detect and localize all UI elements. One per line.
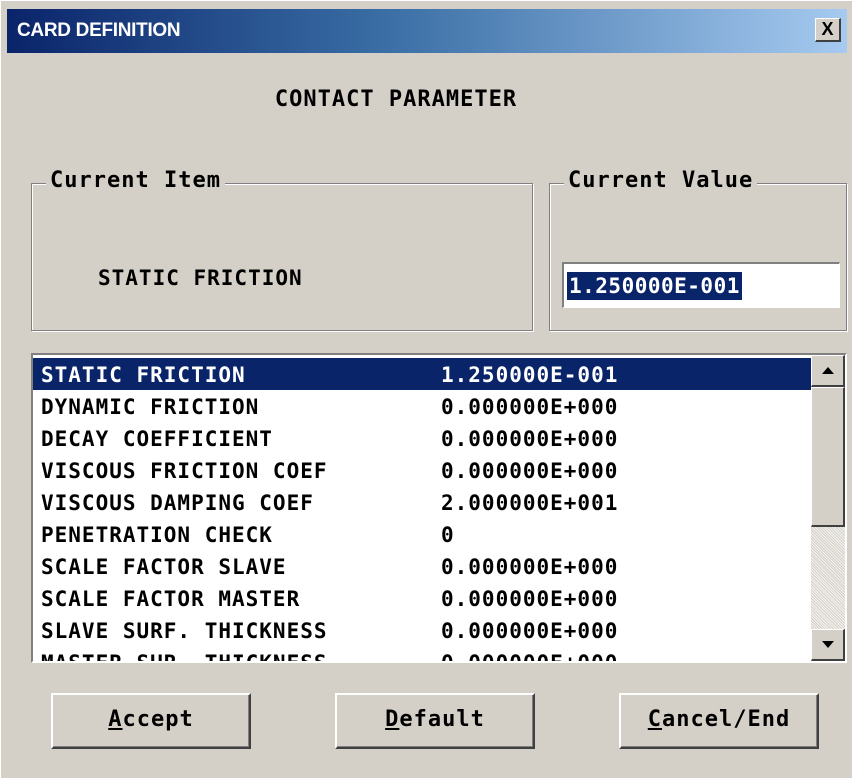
current-value-group: Current Value 1.250000E-001 xyxy=(549,168,847,331)
dialog-heading: CONTACT PARAMETER xyxy=(274,87,518,112)
parameter-name: SLAVE SURF. THICKNESS xyxy=(41,619,328,643)
default-button[interactable]: Default xyxy=(335,693,535,749)
list-item[interactable]: STATIC FRICTION 1.250000E-001 xyxy=(33,358,811,390)
parameter-value: 2.000000E+001 xyxy=(441,491,619,515)
parameter-value: 0.000000E+000 xyxy=(441,619,619,643)
parameter-name: VISCOUS DAMPING COEF xyxy=(41,491,314,515)
current-item-legend: Current Item xyxy=(46,168,225,193)
parameter-name: DYNAMIC FRICTION xyxy=(41,395,260,419)
parameter-name: MASTER SUR. THICKNESS xyxy=(41,651,328,663)
scroll-up-button[interactable] xyxy=(811,355,845,387)
vertical-scrollbar[interactable] xyxy=(811,355,845,661)
cancel-end-button[interactable]: Cancel/End xyxy=(619,693,819,749)
list-item[interactable]: DECAY COEFFICIENT 0.000000E+000 xyxy=(33,422,811,454)
current-item-group: Current Item STATIC FRICTION xyxy=(31,168,533,331)
cancel-label: ancel/End xyxy=(662,707,791,732)
parameter-name: VISCOUS FRICTION COEF xyxy=(41,459,328,483)
list-item[interactable]: DYNAMIC FRICTION 0.000000E+000 xyxy=(33,390,811,422)
parameter-value: 0 xyxy=(441,523,455,547)
default-label: efault xyxy=(399,707,485,732)
parameter-name: DECAY COEFFICIENT xyxy=(41,427,273,451)
parameter-list: STATIC FRICTION 1.250000E-001 DYNAMIC FRIC… xyxy=(33,358,811,663)
close-button[interactable]: X xyxy=(815,18,841,42)
list-item[interactable]: VISCOUS FRICTION COEF 0.000000E+000 xyxy=(33,454,811,486)
title-bar[interactable]: CARD DEFINITION X xyxy=(7,9,847,53)
parameter-name: SCALE FACTOR MASTER xyxy=(41,587,301,611)
close-icon: X xyxy=(821,19,834,39)
scroll-down-button[interactable] xyxy=(811,629,845,661)
parameter-value: 0.000000E+000 xyxy=(441,587,619,611)
parameter-value: 0.000000E+000 xyxy=(441,395,619,419)
accept-label: ccept xyxy=(122,707,194,732)
parameter-value: 0.000000E+000 xyxy=(441,459,619,483)
parameter-value: 0.000000E+000 xyxy=(441,427,619,451)
parameter-value: 0.000000E+000 xyxy=(441,651,619,663)
list-item[interactable]: PENETRATION CHECK 0 xyxy=(33,518,811,550)
parameter-value: 0.000000E+000 xyxy=(441,555,619,579)
parameter-name: PENETRATION CHECK xyxy=(41,523,273,547)
current-item-text: STATIC FRICTION xyxy=(98,266,303,290)
list-item[interactable]: MASTER SUR. THICKNESS 0.000000E+000 xyxy=(33,646,811,663)
parameter-name: STATIC FRICTION xyxy=(41,363,246,387)
parameter-value: 1.250000E-001 xyxy=(441,363,619,387)
default-mnemonic: D xyxy=(385,707,400,732)
accept-mnemonic: A xyxy=(108,707,123,732)
arrow-down-icon xyxy=(822,641,834,648)
list-item[interactable]: SCALE FACTOR SLAVE 0.000000E+000 xyxy=(33,550,811,582)
list-item[interactable]: VISCOUS DAMPING COEF 2.000000E+001 xyxy=(33,486,811,518)
current-value-input[interactable]: 1.250000E-001 xyxy=(562,262,840,308)
list-item[interactable]: SCALE FACTOR MASTER 0.000000E+000 xyxy=(33,582,811,614)
cancel-mnemonic: C xyxy=(647,707,663,732)
arrow-up-icon xyxy=(822,367,834,374)
current-value-legend: Current Value xyxy=(564,168,758,193)
accept-button[interactable]: Accept xyxy=(51,693,251,749)
parameter-name: SCALE FACTOR SLAVE xyxy=(41,555,287,579)
window-title: CARD DEFINITION xyxy=(17,20,181,41)
parameter-listbox[interactable]: STATIC FRICTION 1.250000E-001 DYNAMIC FRIC… xyxy=(31,353,847,663)
current-value-text: 1.250000E-001 xyxy=(567,272,742,300)
card-definition-dialog: CARD DEFINITION X CONTACT PARAMETER Curr… xyxy=(0,0,852,778)
list-item[interactable]: SLAVE SURF. THICKNESS 0.000000E+000 xyxy=(33,614,811,646)
scroll-thumb[interactable] xyxy=(811,387,845,527)
